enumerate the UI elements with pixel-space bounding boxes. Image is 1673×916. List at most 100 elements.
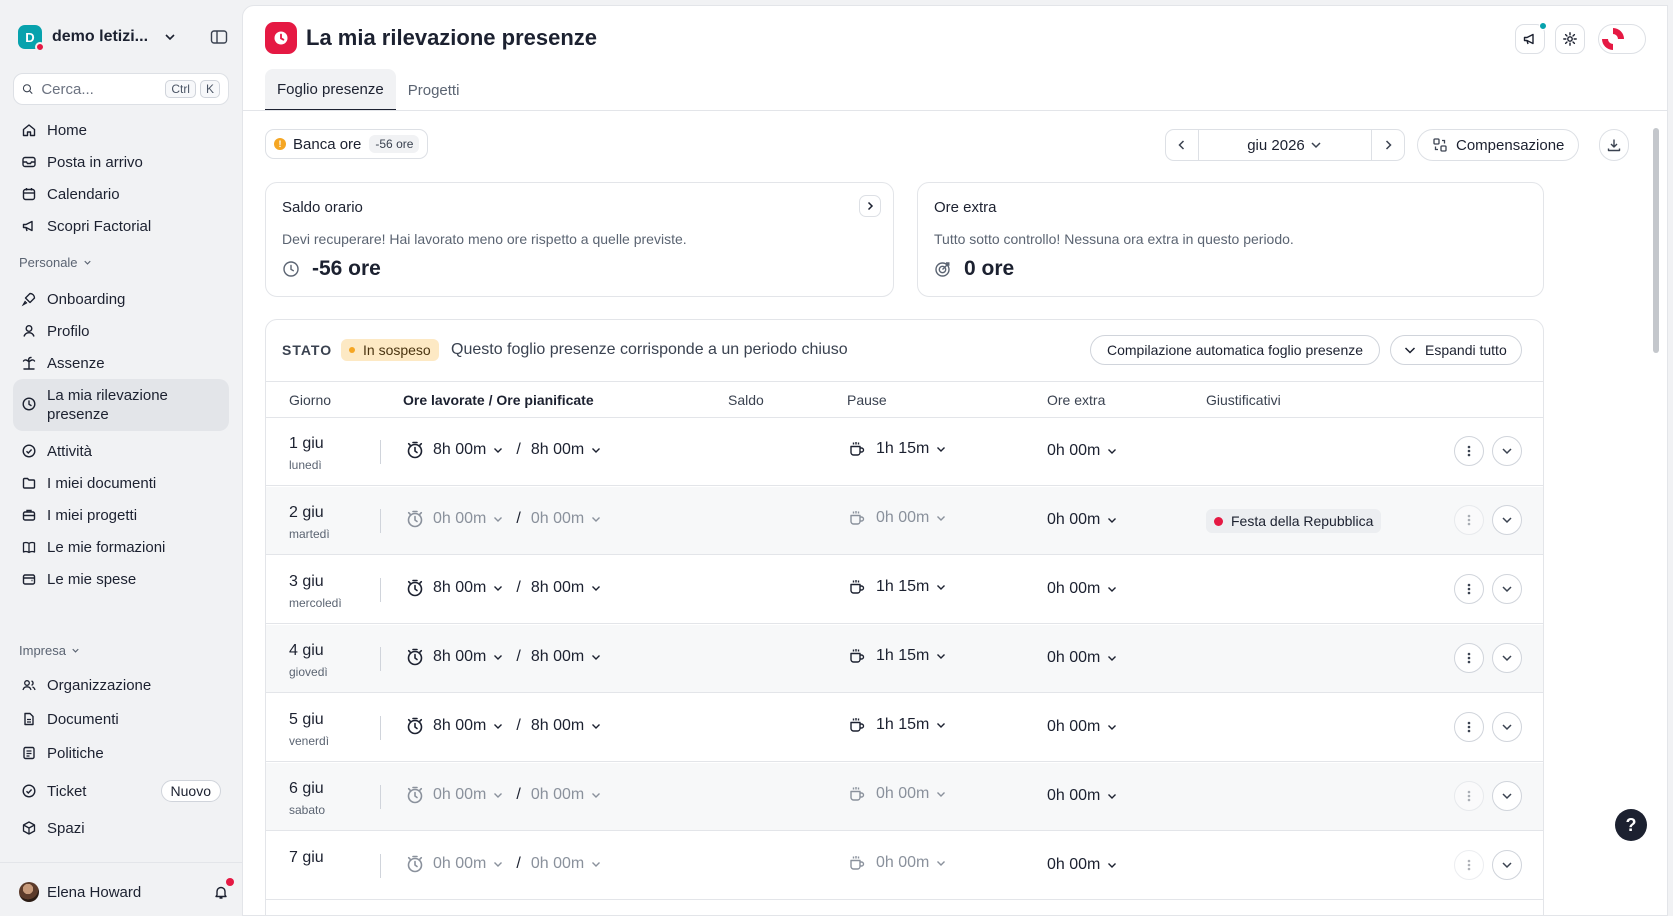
planned-hours-dropdown[interactable]: 8h 00m [531, 648, 602, 666]
auto-fill-button[interactable]: Compilazione automatica foglio presenze [1090, 335, 1381, 365]
announcements-button[interactable] [1515, 22, 1547, 54]
sidebar-item-ticket[interactable]: Ticket Nuovo [13, 775, 229, 807]
download-button[interactable] [1599, 129, 1629, 161]
tab-timesheet[interactable]: Foglio presenze [265, 69, 396, 111]
worked-hours-dropdown[interactable]: 8h 00m [433, 648, 504, 666]
table-row[interactable]: 3 giu mercoledì 8h 00m / 8h 00m 1h 15m 0h 00m [266, 556, 1543, 624]
worked-hours-dropdown[interactable]: 8h 00m [433, 441, 504, 459]
slash-separator: / [516, 510, 521, 527]
previous-period-button[interactable] [1166, 130, 1198, 160]
next-period-button[interactable] [1372, 130, 1404, 160]
table-row[interactable]: 7 giu 0h 00m / 0h 00m 0h 00m 0h 00m [266, 832, 1543, 900]
row-expand-button[interactable] [1492, 574, 1522, 604]
table-row[interactable]: 2 giu martedì 0h 00m / 0h 00m 0h 00m 0h 00m Fes… [266, 487, 1543, 555]
period-dropdown[interactable]: giu 2026 [1198, 130, 1372, 160]
user-menu[interactable]: Elena Howard [19, 878, 234, 905]
extra-hours-dropdown[interactable]: 0h 00m [1047, 649, 1118, 667]
pause-dropdown[interactable]: 1h 15m [848, 647, 947, 665]
sidebar-item-spaces[interactable]: Spazi [13, 812, 229, 844]
extra-hours-dropdown[interactable]: 0h 00m [1047, 718, 1118, 736]
row-expand-button[interactable] [1492, 505, 1522, 535]
extra-hours-dropdown[interactable]: 0h 00m [1047, 580, 1118, 598]
sidebar-item-activities[interactable]: Attività [13, 435, 229, 467]
table-row[interactable]: 4 giu giovedì 8h 00m / 8h 00m 1h 15m 0h 00m [266, 625, 1543, 693]
sidebar-toggle-icon[interactable] [210, 28, 228, 46]
help-center-button[interactable] [1598, 24, 1646, 54]
kebab-menu-icon [1467, 583, 1471, 595]
sidebar-item-time-tracking[interactable]: La mia rilevazione presenze [13, 379, 229, 431]
table-row[interactable]: 6 giu sabato 0h 00m / 0h 00m 0h 00m 0h 00m [266, 763, 1543, 831]
worked-hours-dropdown[interactable]: 0h 00m [433, 786, 504, 804]
settings-button[interactable] [1555, 24, 1585, 54]
sidebar-item-organization[interactable]: Organizzazione [13, 669, 229, 701]
sidebar-item-home[interactable]: Home [13, 114, 229, 146]
row-options-button[interactable] [1454, 574, 1484, 604]
row-expand-button[interactable] [1492, 643, 1522, 673]
search-input[interactable] [41, 80, 162, 98]
row-options-button[interactable] [1454, 505, 1484, 535]
search-box[interactable]: Ctrl K [13, 73, 229, 105]
download-icon [1607, 139, 1621, 152]
balance-details-button[interactable] [859, 195, 881, 217]
sidebar-item-my-trainings[interactable]: Le mie formazioni [13, 531, 229, 563]
chevron-down-icon [592, 517, 601, 522]
planned-hours-dropdown[interactable]: 8h 00m [531, 579, 602, 597]
tab-projects[interactable]: Progetti [396, 69, 472, 111]
row-options-button[interactable] [1454, 436, 1484, 466]
extra-hours-dropdown[interactable]: 0h 00m [1047, 442, 1118, 460]
table-row[interactable]: 1 giu lunedì 8h 00m / 8h 00m 1h 15m 0h 00m [266, 418, 1543, 486]
workspace-switcher[interactable]: D demo letizi... [18, 24, 228, 52]
sidebar-item-absences[interactable]: Assenze [13, 347, 229, 379]
pause-dropdown[interactable]: 1h 15m [848, 578, 947, 596]
row-expand-button[interactable] [1492, 850, 1522, 880]
sidebar-item-policies[interactable]: Politiche [13, 737, 229, 769]
section-header-company[interactable]: Impresa [19, 643, 81, 658]
pause-dropdown[interactable]: 0h 00m [848, 509, 947, 527]
extra-hours-dropdown[interactable]: 0h 00m [1047, 511, 1118, 529]
worked-hours-dropdown[interactable]: 0h 00m [433, 855, 504, 873]
pause-dropdown[interactable]: 1h 15m [848, 716, 947, 734]
section-header-personal[interactable]: Personale [19, 255, 93, 270]
sidebar-item-label: Scopri Factorial [47, 217, 152, 235]
sidebar-item-profile[interactable]: Profilo [13, 315, 229, 347]
shortcut-key-ctrl: Ctrl [165, 80, 196, 98]
row-options-button[interactable] [1454, 781, 1484, 811]
sidebar-item-my-documents[interactable]: I miei documenti [13, 467, 229, 499]
planned-hours-dropdown[interactable]: 0h 00m [531, 786, 602, 804]
worked-hours-dropdown[interactable]: 0h 00m [433, 510, 504, 528]
hour-bank-button[interactable]: ! Banca ore -56 ore [265, 129, 429, 159]
row-expand-button[interactable] [1492, 436, 1522, 466]
compensation-button[interactable]: Compensazione [1417, 129, 1580, 161]
row-expand-button[interactable] [1492, 712, 1522, 742]
extra-hours-dropdown[interactable]: 0h 00m [1047, 787, 1118, 805]
avatar [19, 882, 39, 902]
sidebar-item-onboarding[interactable]: Onboarding [13, 283, 229, 315]
sidebar-item-label: Calendario [47, 185, 120, 203]
extra-hours-dropdown[interactable]: 0h 00m [1047, 856, 1118, 874]
worked-hours-dropdown[interactable]: 8h 00m [433, 579, 504, 597]
worked-hours-dropdown[interactable]: 8h 00m [433, 717, 504, 735]
pause-dropdown[interactable]: 0h 00m [848, 785, 947, 803]
row-options-button[interactable] [1454, 643, 1484, 673]
sidebar-item-inbox[interactable]: Posta in arrivo [13, 146, 229, 178]
pause-dropdown[interactable]: 1h 15m [848, 440, 947, 458]
planned-hours-dropdown[interactable]: 8h 00m [531, 441, 602, 459]
row-options-button[interactable] [1454, 850, 1484, 880]
scrollbar-thumb[interactable] [1653, 128, 1659, 353]
sidebar-item-discover[interactable]: Scopri Factorial [13, 210, 229, 242]
notifications-button[interactable] [213, 878, 234, 900]
row-expand-button[interactable] [1492, 781, 1522, 811]
table-row[interactable]: 5 giu venerdì 8h 00m / 8h 00m 1h 15m 0h 00m [266, 694, 1543, 762]
help-button[interactable]: ? [1615, 809, 1647, 841]
sidebar-item-documents[interactable]: Documenti [13, 703, 229, 735]
scrollbar[interactable] [1650, 116, 1662, 915]
planned-hours-dropdown[interactable]: 8h 00m [531, 717, 602, 735]
expand-all-button[interactable]: Espandi tutto [1390, 335, 1522, 365]
row-options-button[interactable] [1454, 712, 1484, 742]
pause-dropdown[interactable]: 0h 00m [848, 854, 947, 872]
planned-hours-dropdown[interactable]: 0h 00m [531, 510, 602, 528]
sidebar-item-calendar[interactable]: Calendario [13, 178, 229, 210]
sidebar-item-my-projects[interactable]: I miei progetti [13, 499, 229, 531]
planned-hours-dropdown[interactable]: 0h 00m [531, 855, 602, 873]
sidebar-item-my-expenses[interactable]: Le mie spese [13, 563, 229, 595]
